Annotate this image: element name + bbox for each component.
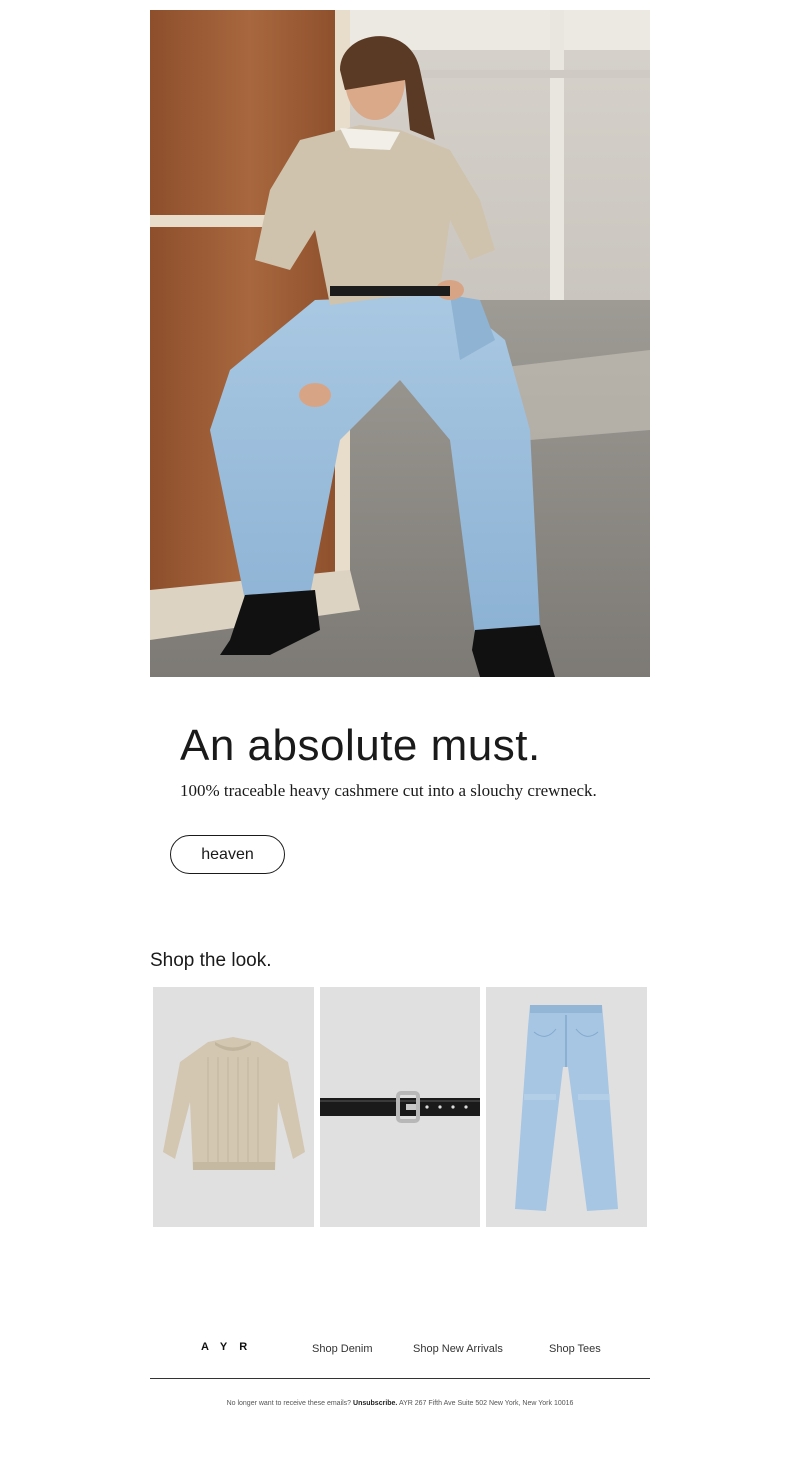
product-jeans[interactable] — [486, 987, 647, 1227]
leather-belt-image — [320, 1091, 480, 1123]
unsubscribe-notice: No longer want to receive these emails? … — [150, 1399, 650, 1409]
subheadline: 100% traceable heavy cashmere cut into a… — [180, 781, 597, 800]
heaven-button[interactable]: heaven — [170, 835, 285, 874]
unsubscribe-link[interactable]: Unsubscribe. — [353, 1400, 397, 1407]
headline: An absolute must. — [180, 721, 541, 770]
woman-in-sweater-and-jeans-photo — [150, 10, 650, 677]
hero-image[interactable] — [150, 10, 650, 677]
unsubscribe-prefix: No longer want to receive these emails? — [226, 1400, 352, 1407]
product-belt[interactable] — [320, 987, 480, 1227]
shop-new-arrivals-link[interactable]: Shop New Arrivals — [413, 1341, 503, 1357]
shop-the-look-title: Shop the look. — [150, 950, 272, 971]
cashmere-sweater-image — [163, 1037, 305, 1170]
shop-tees-link[interactable]: Shop Tees — [549, 1341, 601, 1357]
light-wash-jeans-image — [515, 1005, 618, 1211]
product-sweater[interactable] — [153, 987, 314, 1227]
ayr-logo[interactable]: AYR — [201, 1341, 259, 1353]
footer-divider — [150, 1378, 650, 1379]
company-address: AYR 267 Fifth Ave Suite 502 New York, Ne… — [398, 1400, 574, 1407]
shop-denim-link[interactable]: Shop Denim — [312, 1341, 373, 1357]
